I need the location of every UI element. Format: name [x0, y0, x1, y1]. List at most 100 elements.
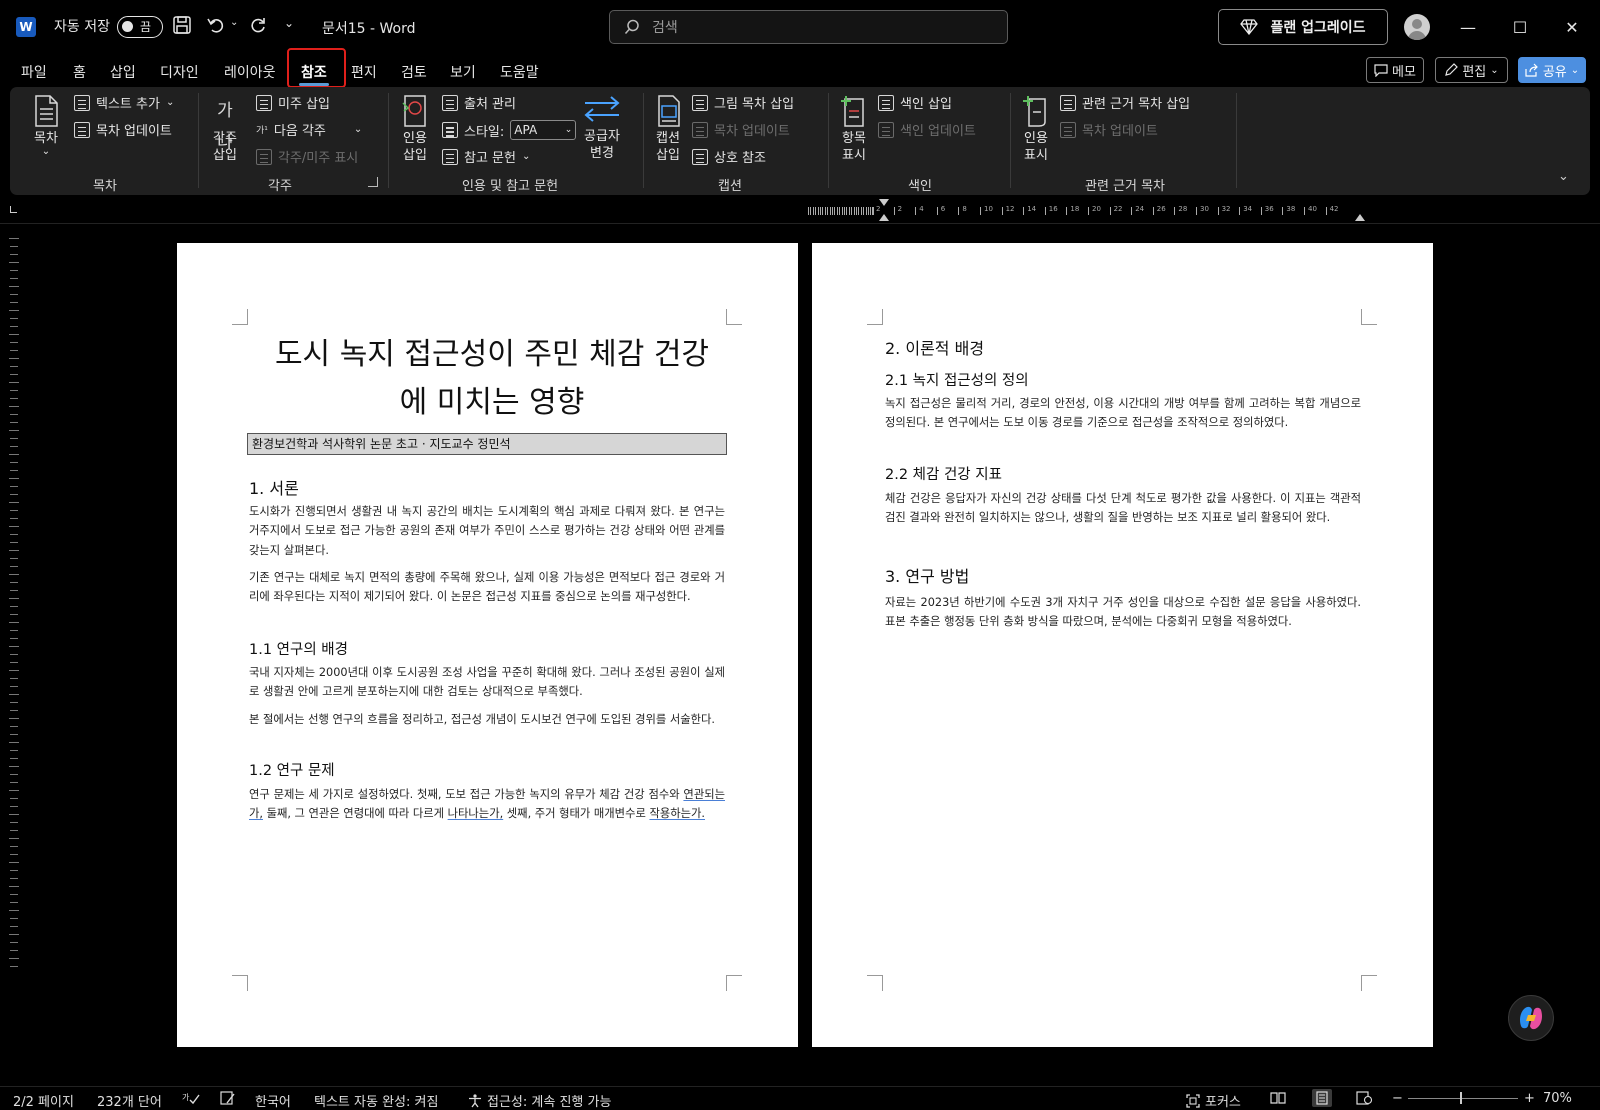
insert-footnote-button[interactable]: 가나 각주 삽입 — [206, 95, 244, 164]
accessibility-status[interactable]: 접근성: 계속 진행 가능 — [468, 1091, 611, 1110]
word-count[interactable]: 232개 단어 — [97, 1091, 162, 1110]
text-predictions-status[interactable]: 텍스트 자동 완성: 켜짐 — [314, 1091, 438, 1110]
ruler-label: 36 — [1264, 205, 1274, 213]
update-toc-button[interactable]: 목차 업데이트 — [74, 120, 172, 139]
tab-view[interactable]: 보기 — [450, 62, 476, 82]
memo-button[interactable]: 메모 — [1366, 57, 1424, 83]
read-mode-icon[interactable] — [1270, 1091, 1286, 1105]
footnote-dialog-launcher-icon[interactable] — [368, 177, 378, 187]
zoom-level[interactable]: 70% — [1543, 1091, 1572, 1106]
ruler-tick — [9, 838, 19, 839]
show-notes-label: 각주/미주 표시 — [278, 151, 359, 166]
cross-reference-button[interactable]: 상호 참조 — [692, 147, 766, 166]
ruler-tick — [10, 542, 18, 543]
add-text-button[interactable]: 텍스트 추가 ⌄ — [74, 93, 174, 112]
update-table-of-figures-button[interactable]: 목차 업데이트 — [692, 120, 790, 139]
document-page-2[interactable]: 2. 이론적 배경 2.1 녹지 접근성의 정의 녹지 접근성은 물리적 거리,… — [812, 243, 1433, 1047]
insert-citation-button[interactable]: 인용 삽입 — [396, 95, 434, 164]
user-avatar[interactable] — [1404, 14, 1430, 40]
copilot-button[interactable] — [1508, 995, 1554, 1041]
ruler-tick — [820, 207, 821, 215]
maximize-button[interactable]: ☐ — [1500, 12, 1540, 42]
web-layout-icon[interactable] — [1356, 1091, 1372, 1105]
grammar-suggestion[interactable]: 작용하는가. — [649, 807, 705, 820]
tab-layout[interactable]: 레이아웃 — [224, 62, 276, 82]
ruler-tick — [10, 446, 18, 447]
bibliography-button[interactable]: 참고 문헌 ⌄ — [442, 147, 530, 166]
tab-insert[interactable]: 삽입 — [110, 62, 136, 82]
crop-mark — [726, 309, 742, 325]
proofing-icon[interactable]: 가 — [182, 1091, 200, 1105]
minimize-button[interactable]: — — [1448, 12, 1488, 42]
insert-endnote-label: 미주 삽입 — [278, 97, 330, 112]
update-table-of-authorities-button[interactable]: 목차 업데이트 — [1060, 120, 1158, 139]
tab-mailings[interactable]: 편지 — [351, 62, 377, 82]
ruler-tick — [9, 574, 19, 575]
grammar-suggestion[interactable]: 나타나는가, — [448, 807, 504, 820]
undo-icon[interactable] — [206, 15, 226, 35]
insert-index-icon — [878, 94, 894, 111]
language-indicator[interactable]: 한국어 — [255, 1091, 291, 1110]
zoom-out-button[interactable]: − — [1392, 1091, 1403, 1106]
mark-entry-button[interactable]: 항목 표시 — [836, 95, 872, 164]
insert-endnote-button[interactable]: 미주 삽입 — [256, 93, 330, 112]
insert-caption-button[interactable]: 캡션 삽입 — [650, 95, 686, 164]
ruler-tick — [10, 518, 18, 519]
update-index-button[interactable]: 색인 업데이트 — [878, 120, 976, 139]
zoom-slider[interactable] — [1408, 1092, 1518, 1104]
editing-mode-button[interactable]: 편집 ⌄ — [1435, 57, 1508, 83]
next-footnote-button[interactable]: 가¹ 다음 각주 ⌄ — [256, 120, 362, 139]
zoom-slider-thumb[interactable] — [1460, 1092, 1462, 1104]
close-button[interactable]: ✕ — [1552, 12, 1592, 42]
group-separator — [1010, 93, 1011, 188]
redo-icon[interactable] — [248, 15, 268, 35]
track-changes-icon[interactable] — [220, 1091, 236, 1105]
citation-style-control[interactable]: 스타일: APA ⌄ — [442, 120, 577, 140]
customize-qat-icon[interactable]: ⌄ — [284, 16, 294, 30]
ruler-tick — [10, 254, 18, 255]
right-indent-marker[interactable] — [1355, 214, 1365, 221]
insert-table-of-authorities-button[interactable]: 관련 근거 목차 삽입 — [1060, 93, 1190, 112]
page-count[interactable]: 2/2 페이지 — [13, 1091, 74, 1110]
share-button[interactable]: 공유 ⌄ — [1518, 57, 1586, 83]
tab-design[interactable]: 디자인 — [160, 62, 199, 82]
insert-index-label: 색인 삽입 — [900, 97, 952, 112]
tab-file[interactable]: 파일 — [21, 62, 47, 82]
search-box[interactable]: 검색 — [609, 10, 1008, 44]
manage-sources-button[interactable]: 출처 관리 — [442, 93, 516, 112]
document-page-1[interactable]: 도시 녹지 접근성이 주민 체감 건강 에 미치는 영향 환경보건학과 석사학위… — [177, 243, 798, 1047]
upgrade-plan-button[interactable]: 플랜 업그레이드 — [1218, 9, 1388, 45]
tab-home[interactable]: 홈 — [73, 62, 86, 82]
left-indent-marker[interactable] — [879, 214, 889, 221]
insert-index-button[interactable]: 색인 삽입 — [878, 93, 952, 112]
switch-provider-button[interactable]: 공급자 변경 — [580, 93, 624, 162]
search-placeholder: 검색 — [652, 20, 678, 36]
ruler-tick — [9, 814, 19, 815]
ruler-tick — [829, 207, 831, 215]
focus-mode-button[interactable]: 포커스 — [1186, 1091, 1241, 1110]
mark-citation-button[interactable]: 인용 표시 — [1018, 95, 1054, 164]
ruler-label: 14 — [1027, 205, 1037, 213]
vertical-ruler[interactable] — [8, 238, 20, 978]
print-layout-icon[interactable] — [1312, 1089, 1332, 1107]
ruler-tick — [10, 918, 18, 919]
tab-help[interactable]: 도움말 — [500, 62, 539, 82]
autosave-toggle[interactable]: 끔 — [117, 16, 163, 38]
insert-table-of-figures-button[interactable]: 그림 목차 삽입 — [692, 93, 794, 112]
first-line-indent-marker[interactable] — [879, 199, 889, 206]
crop-mark — [232, 309, 248, 325]
toc-button[interactable]: 목차 ⌄ — [28, 95, 64, 157]
horizontal-ruler[interactable]: 2 2 4 6 8 10 12 14 16 18 20 22 24 26 28 30 32 34 36 38 40 42 — [808, 205, 1435, 217]
collapse-ribbon-icon[interactable]: ⌄ — [1558, 169, 1569, 184]
mark-citation-label-line2: 표시 — [1024, 148, 1048, 163]
show-notes-button[interactable]: 각주/미주 표시 — [256, 147, 358, 166]
update-toc-icon — [74, 121, 90, 138]
style-select[interactable]: APA ⌄ — [510, 120, 577, 140]
ruler-label: 28 — [1178, 205, 1188, 213]
zoom-in-button[interactable]: + — [1524, 1091, 1535, 1106]
save-icon[interactable] — [172, 15, 192, 35]
tab-selector[interactable] — [10, 206, 17, 213]
cross-reference-label: 상호 참조 — [714, 151, 766, 166]
tab-review[interactable]: 검토 — [401, 62, 427, 82]
undo-dropdown-icon[interactable]: ⌄ — [230, 17, 238, 28]
